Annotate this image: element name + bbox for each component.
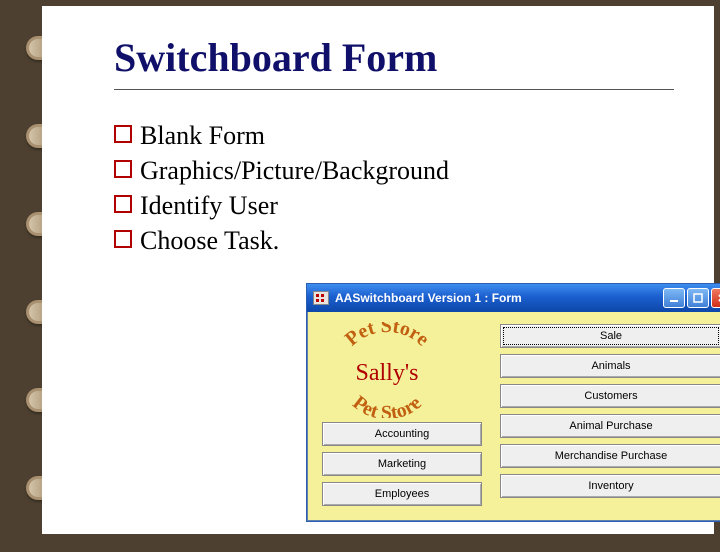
checkbox-icon: [114, 195, 132, 213]
marketing-button[interactable]: Marketing: [322, 452, 482, 476]
form-body: Pet Store Sally's Pet Store Accounting M…: [307, 312, 720, 521]
sale-button[interactable]: Sale: [500, 324, 720, 348]
employees-button[interactable]: Employees: [322, 482, 482, 506]
bullet-item: Choose Task.: [114, 223, 674, 258]
close-button[interactable]: [711, 288, 720, 308]
slide-page: Switchboard Form Blank Form Graphics/Pic…: [42, 6, 714, 534]
bullet-item: Identify User: [114, 188, 674, 223]
svg-text:Pet Store: Pet Store: [348, 392, 425, 418]
animals-button[interactable]: Animals: [500, 354, 720, 378]
slide-title: Switchboard Form: [114, 34, 674, 90]
store-logo: Pet Store Sally's Pet Store: [322, 322, 452, 418]
inventory-button[interactable]: Inventory: [500, 474, 720, 498]
checkbox-icon: [114, 125, 132, 143]
bullet-item: Blank Form: [114, 118, 674, 153]
svg-text:Pet Store: Pet Store: [341, 322, 433, 350]
accounting-button[interactable]: Accounting: [322, 422, 482, 446]
maximize-button[interactable]: [687, 288, 709, 308]
checkbox-icon: [114, 230, 132, 248]
customers-button[interactable]: Customers: [500, 384, 720, 408]
window-titlebar[interactable]: AASwitchboard Version 1 : Form: [307, 284, 720, 312]
checkbox-icon: [114, 160, 132, 178]
merchandise-purchase-button[interactable]: Merchandise Purchase: [500, 444, 720, 468]
form-window: AASwitchboard Version 1 : Form: [307, 284, 720, 521]
window-title: AASwitchboard Version 1 : Form: [335, 291, 663, 305]
bullet-list: Blank Form Graphics/Picture/Background I…: [114, 118, 674, 258]
svg-text:Sally's: Sally's: [356, 360, 419, 386]
animal-purchase-button[interactable]: Animal Purchase: [500, 414, 720, 438]
minimize-button[interactable]: [663, 288, 685, 308]
form-icon: [313, 291, 329, 305]
bullet-item: Graphics/Picture/Background: [114, 153, 674, 188]
